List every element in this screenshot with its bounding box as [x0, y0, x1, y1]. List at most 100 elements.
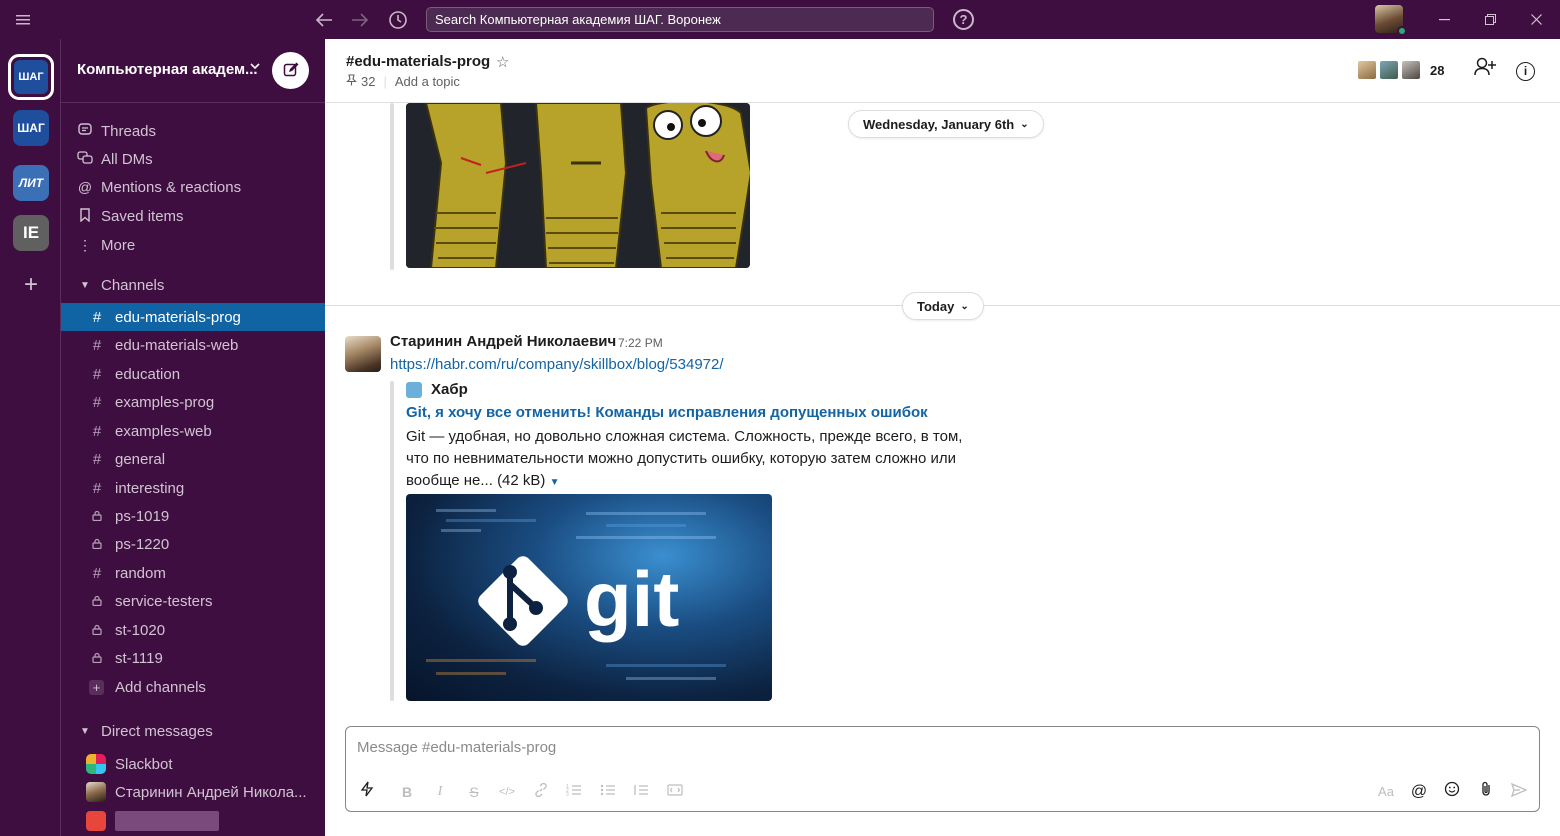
workspace-switcher[interactable]: ЛИТ — [13, 165, 49, 201]
date-divider-today[interactable]: Today ⌄ — [902, 292, 984, 320]
link-icon[interactable] — [530, 781, 552, 803]
emoji-icon[interactable] — [1441, 781, 1463, 803]
dm-item-slackbot[interactable]: Slackbot — [61, 750, 325, 778]
unfurl-title[interactable]: Git, я хочу все отменить! Команды исправ… — [406, 404, 928, 421]
sidebar-item-all-dms[interactable]: All DMs — [61, 145, 325, 173]
add-channels-button[interactable]: + Add channels — [61, 673, 325, 701]
sidebar-channel-edu-materials-prog[interactable]: # edu-materials-prog — [61, 303, 325, 331]
lock-icon — [90, 593, 104, 610]
italic-icon[interactable]: I — [429, 781, 451, 803]
code-icon[interactable]: </> — [496, 781, 518, 803]
compose-button[interactable] — [272, 52, 309, 89]
dm-item-user[interactable]: Старинин Андрей Никола... — [61, 778, 325, 806]
sidebar-item-threads[interactable]: Threads — [61, 117, 325, 145]
chevron-down-icon — [250, 61, 260, 73]
sidebar-channel-service-testers[interactable]: service-testers — [61, 587, 325, 615]
sidebar-channel-education[interactable]: # education — [61, 360, 325, 388]
shortcuts-icon[interactable] — [356, 781, 378, 803]
send-icon[interactable] — [1508, 781, 1530, 803]
channel-name: examples-web — [115, 422, 212, 440]
sidebar-channel-examples-prog[interactable]: # examples-prog — [61, 388, 325, 416]
workspace-logo: ШАГ — [14, 60, 48, 94]
unfurl-site[interactable]: Хабр — [406, 381, 468, 398]
code-block-icon[interactable] — [664, 781, 686, 803]
caret-down-icon: ▼ — [80, 725, 90, 737]
dm-item-redacted[interactable] — [61, 807, 325, 835]
ordered-list-icon[interactable]: 123 — [563, 781, 585, 803]
message-composer[interactable]: Message #edu-materials-prog B I S </> 12… — [345, 726, 1540, 812]
avatar — [86, 782, 106, 802]
sidebar-channel-interesting[interactable]: # interesting — [61, 474, 325, 502]
separator: | — [383, 74, 387, 89]
sidebar-channel-st-1020[interactable]: st-1020 — [61, 616, 325, 644]
message-link[interactable]: https://habr.com/ru/company/skillbox/blo… — [390, 356, 724, 373]
sidebar-item-more[interactable]: ⋮ More — [61, 231, 325, 259]
hamburger-icon[interactable] — [8, 0, 38, 39]
channel-name: ps-1019 — [115, 507, 170, 525]
add-topic-link[interactable]: Add a topic — [395, 74, 460, 89]
strikethrough-icon[interactable]: S — [463, 781, 485, 803]
search-input[interactable]: Search Компьютерная академия ШАГ. Вороне… — [426, 7, 934, 32]
channel-title[interactable]: #edu-materials-prog — [346, 53, 490, 70]
channels-section-header[interactable]: ▼ Channels — [61, 271, 325, 299]
add-workspace-button[interactable]: + — [13, 267, 49, 303]
redacted-name — [115, 811, 219, 831]
sidebar-channel-st-1119[interactable]: st-1119 — [61, 644, 325, 672]
add-member-icon[interactable] — [1471, 57, 1499, 85]
unfurl-size[interactable]: (42 kB) — [497, 472, 545, 489]
section-label: Direct messages — [101, 722, 213, 740]
bullet-list-icon[interactable] — [597, 781, 619, 803]
member-avatar[interactable] — [1356, 59, 1378, 81]
lock-icon — [90, 622, 104, 639]
lock-icon — [90, 536, 104, 553]
arrow-left-icon[interactable] — [310, 0, 338, 39]
sidebar-item-mentions[interactable]: @ Mentions & reactions — [61, 173, 325, 201]
workspace-header[interactable]: Компьютерная академ... — [61, 39, 325, 103]
dm-section-header[interactable]: ▼ Direct messages — [61, 717, 325, 745]
star-icon[interactable]: ☆ — [496, 53, 509, 71]
threads-icon — [75, 122, 95, 140]
pin-icon[interactable] — [346, 74, 357, 89]
blockquote-icon[interactable] — [630, 781, 652, 803]
member-avatar[interactable] — [1400, 59, 1422, 81]
workspace-switcher[interactable]: ШАГ — [13, 110, 49, 146]
close-icon[interactable] — [1514, 0, 1558, 39]
channel-name: service-testers — [115, 592, 213, 610]
sidebar-channel-general[interactable]: # general — [61, 445, 325, 473]
sidebar-channel-ps-1220[interactable]: ps-1220 — [61, 530, 325, 558]
title-bar: Search Компьютерная академия ШАГ. Вороне… — [0, 0, 1560, 39]
more-vertical-icon: ⋮ — [78, 236, 92, 253]
member-count[interactable]: 28 — [1430, 63, 1444, 78]
meme-image[interactable] — [406, 103, 750, 268]
plus-icon: + — [89, 679, 104, 695]
sidebar-channel-ps-1019[interactable]: ps-1019 — [61, 502, 325, 530]
message-input[interactable]: Message #edu-materials-prog — [357, 739, 556, 756]
restore-icon[interactable] — [1468, 0, 1512, 39]
mention-icon[interactable]: @ — [1408, 781, 1430, 803]
workspace-switcher-active[interactable]: ШАГ — [8, 54, 54, 100]
sidebar-channel-examples-web[interactable]: # examples-web — [61, 417, 325, 445]
sidebar-channel-edu-materials-web[interactable]: # edu-materials-web — [61, 331, 325, 359]
minimize-icon[interactable] — [1422, 0, 1466, 39]
workspace-switcher[interactable]: IE — [13, 215, 49, 251]
pinned-count[interactable]: 32 — [361, 74, 375, 89]
formatting-toggle-icon[interactable]: Aa — [1375, 781, 1397, 803]
member-avatar[interactable] — [1378, 59, 1400, 81]
arrow-right-icon[interactable] — [346, 0, 374, 39]
info-icon[interactable]: i — [1516, 62, 1535, 81]
help-icon[interactable]: ? — [953, 9, 974, 30]
chevron-down-icon: ⌄ — [960, 300, 969, 312]
sidebar-item-saved[interactable]: Saved items — [61, 202, 325, 230]
bold-icon[interactable]: B — [396, 781, 418, 803]
attachment-icon[interactable] — [1475, 781, 1497, 803]
message-timestamp[interactable]: 7:22 PM — [618, 336, 663, 350]
date-divider-jan-6[interactable]: Wednesday, January 6th ⌄ — [848, 110, 1044, 138]
unfurl-image[interactable]: git — [406, 494, 772, 701]
unfurl-description: Git — удобная, но довольно сложная систе… — [406, 426, 986, 494]
clock-icon[interactable] — [384, 0, 412, 39]
avatar[interactable] — [345, 336, 381, 372]
sidebar-item-label: Saved items — [101, 207, 184, 225]
sidebar-channel-random[interactable]: # random — [61, 559, 325, 587]
caret-down-icon[interactable]: ▼ — [550, 477, 560, 488]
message-author[interactable]: Старинин Андрей Николаевич — [390, 333, 616, 350]
